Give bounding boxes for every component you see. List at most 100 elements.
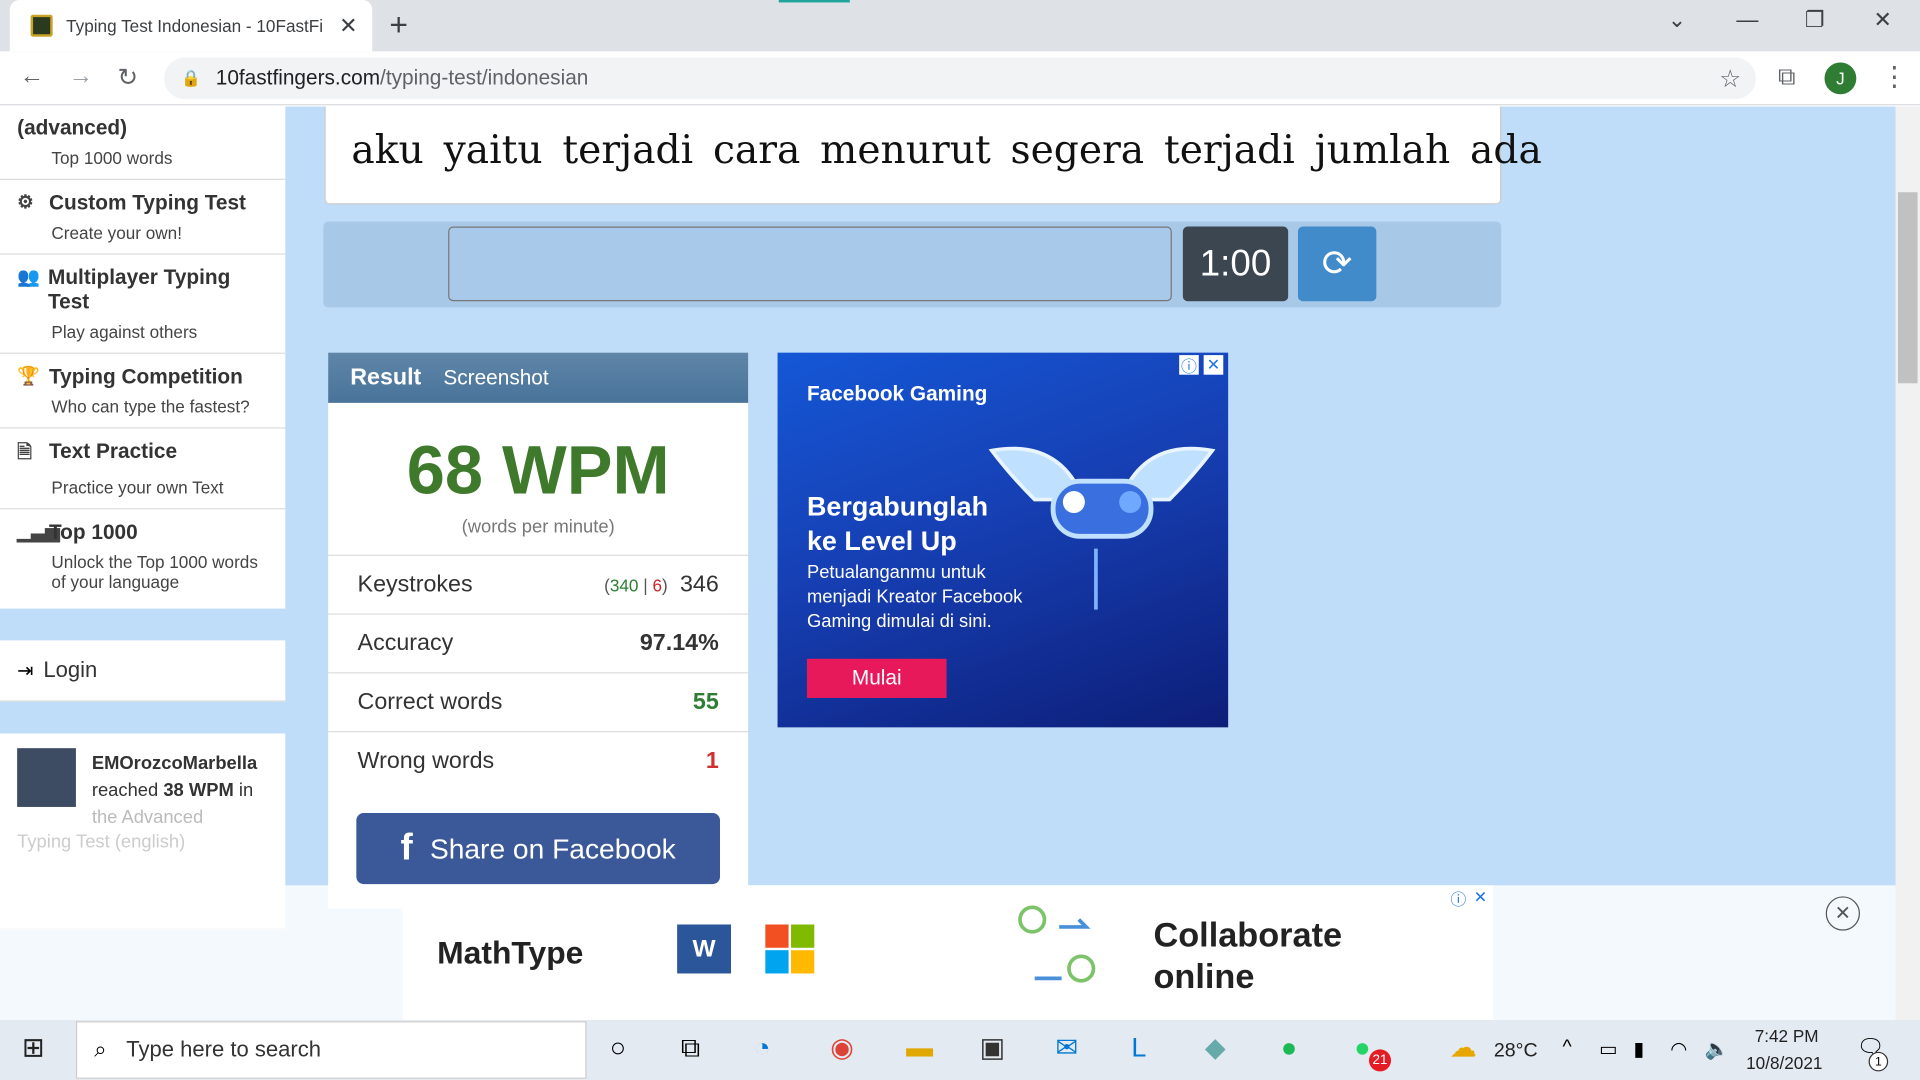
- ad-close-icon[interactable]: ✕: [1203, 355, 1224, 375]
- sidebar-item-custom-typing-test[interactable]: ⚙ Custom Typing Test Create your own!: [0, 180, 286, 255]
- sidebar-item-sub: Create your own!: [51, 222, 182, 243]
- wpm-value: 68 WPM: [406, 431, 670, 509]
- whatsapp-badge: 21: [1368, 1049, 1392, 1072]
- sidebar-item-title: Multiplayer Typing Test: [47, 265, 231, 314]
- ad-close-icon[interactable]: ✕: [1470, 887, 1491, 908]
- loading-indicator: [778, 0, 850, 3]
- ad-headline: Collaborate online: [1153, 915, 1343, 996]
- sidebar-item-title: Typing Competition: [48, 364, 243, 389]
- microsoft-logo-icon: [765, 924, 815, 974]
- tab-search-icon[interactable]: ⌄: [1668, 7, 1686, 33]
- app-shape-icon[interactable]: ◆: [1205, 1032, 1226, 1064]
- close-window-button[interactable]: ✕: [1873, 7, 1891, 33]
- mathtype-ad[interactable]: MathType W Collaborate online ⓘ ✕: [402, 885, 1493, 1021]
- weather-icon[interactable]: ☁: [1450, 1032, 1477, 1064]
- volume-icon[interactable]: 🔈: [1704, 1037, 1728, 1061]
- battery-icon[interactable]: ▮: [1633, 1037, 1644, 1061]
- windows-start-icon[interactable]: ⊞: [22, 1032, 45, 1064]
- restart-button[interactable]: ⟳: [1297, 226, 1377, 302]
- browser-tab[interactable]: Typing Test Indonesian - 10FastFi ✕: [9, 0, 373, 52]
- back-icon[interactable]: ←: [20, 62, 44, 90]
- sidebar-item-text-practice[interactable]: 🗎 Text Practice Practice your own Text: [0, 428, 286, 510]
- temperature: 28°C: [1493, 1040, 1538, 1062]
- sidebar: (advanced) Top 1000 words ⚙ Custom Typing…: [0, 106, 286, 930]
- chevron-up-icon[interactable]: ^: [1562, 1037, 1571, 1059]
- close-banner-button[interactable]: ✕: [1825, 896, 1861, 931]
- notification-badge: 1: [1868, 1051, 1889, 1072]
- feed-user[interactable]: EMOrozcoMarbella: [92, 751, 257, 778]
- edge-icon[interactable]: ◔: [754, 1032, 770, 1064]
- sidebar-item-multiplayer[interactable]: 👥 Multiplayer Typing Test Play against ot…: [0, 254, 286, 354]
- scrollbar-thumb[interactable]: [1897, 192, 1918, 384]
- extensions-puzzle-icon[interactable]: ⧉: [1778, 64, 1795, 92]
- sidebar-item-competition[interactable]: 🏆 Typing Competition Who can type the fas…: [0, 353, 286, 429]
- timer: 1:00: [1182, 226, 1289, 302]
- typing-input[interactable]: [448, 226, 1172, 302]
- chrome-icon[interactable]: ◉: [830, 1032, 854, 1064]
- gears-icon: ⚙: [17, 192, 34, 214]
- sidebar-item-title: Text Practice: [48, 439, 178, 463]
- sidebar-item-sub: Play against others: [51, 322, 198, 342]
- bookmark-star-icon[interactable]: ☆: [1719, 63, 1741, 94]
- keystrokes-detail: (340 | 6): [604, 574, 668, 595]
- search-placeholder: Type here to search: [126, 1037, 322, 1062]
- trophy-icon: 🏆: [17, 366, 41, 387]
- restore-button[interactable]: ❐: [1805, 7, 1825, 33]
- reload-icon[interactable]: ↻: [118, 62, 139, 93]
- keystrokes-total: 346: [679, 571, 719, 597]
- wifi-icon[interactable]: ◠: [1670, 1037, 1687, 1061]
- clock-time[interactable]: 7:42 PM: [1755, 1026, 1819, 1046]
- spotify-icon[interactable]: ●: [1281, 1032, 1297, 1064]
- bottom-ad-banner: MathType W Collaborate online ⓘ ✕ ✕: [0, 885, 1920, 1021]
- clock-date[interactable]: 10/8/2021: [1746, 1053, 1822, 1073]
- file-explorer-icon[interactable]: ▬: [906, 1032, 933, 1064]
- sidebar-item-title: Top 1000: [48, 520, 138, 544]
- forward-icon[interactable]: →: [69, 62, 93, 90]
- mail-icon[interactable]: ✉: [1056, 1032, 1079, 1064]
- ad-body: Petualanganmu untuk menjadi Kreator Face…: [806, 562, 1023, 632]
- avatar: [17, 748, 76, 807]
- tab-close-icon[interactable]: ✕: [339, 13, 357, 39]
- windows-taskbar: ⊞ ⌕ Type here to search ○ ⧉ ◔ ◉ ▬ ▣ ✉ L …: [0, 1020, 1920, 1080]
- input-row: 1:00 ⟳: [323, 221, 1502, 308]
- browser-tabstrip: Typing Test Indonesian - 10FastFi ✕ + ⌄ …: [0, 0, 1920, 52]
- sidebar-item-sub: Unlock the Top 1000 words of your langua…: [51, 552, 258, 592]
- words-line: aku yaitu terjadi cara menurut segera te…: [351, 126, 1542, 173]
- accuracy-value: 97.14%: [639, 630, 719, 656]
- minimize-button[interactable]: —: [1736, 7, 1758, 33]
- sidebar-item-sub: Practice your own Text: [51, 477, 224, 498]
- wpm-subtitle: (words per minute): [328, 517, 749, 556]
- adchoices-icon[interactable]: ⓘ: [1448, 887, 1469, 908]
- sidebar-item-top-1000[interactable]: ▁▃▅ Top 1000 Unlock the Top 1000 words of…: [0, 509, 286, 609]
- store-icon[interactable]: ▣: [980, 1032, 1005, 1064]
- task-view-icon[interactable]: ⧉: [681, 1032, 700, 1064]
- page-scrollbar[interactable]: [1895, 106, 1920, 1021]
- keystrokes-row: Keystrokes (340 | 6) 346: [328, 556, 749, 615]
- cortana-icon[interactable]: ○: [610, 1032, 626, 1064]
- correct-value: 55: [692, 688, 719, 715]
- tab-screenshot[interactable]: Screenshot: [443, 366, 548, 390]
- new-tab-button[interactable]: +: [389, 6, 408, 44]
- profile-avatar[interactable]: J: [1824, 62, 1857, 95]
- share-facebook-button[interactable]: f Share on Facebook: [356, 813, 721, 885]
- browser-toolbar: ← → ↻ 🔒 10fastfingers.com /typing-test/i…: [0, 51, 1920, 106]
- feed-text-c: the Advanced: [91, 806, 204, 828]
- meet-icon[interactable]: ▭: [1599, 1037, 1618, 1061]
- taskbar-search[interactable]: ⌕ Type here to search: [75, 1021, 587, 1079]
- lock-icon: 🔒: [181, 68, 202, 87]
- result-panel: Result Screenshot 68 WPM (words per minu…: [328, 352, 749, 909]
- tab-result[interactable]: Result: [350, 364, 421, 391]
- signal-icon: ▁▃▅: [17, 521, 60, 543]
- menu-kebab-icon[interactable]: ⋮: [1881, 61, 1908, 93]
- address-bar[interactable]: 🔒 10fastfingers.com /typing-test/indones…: [164, 57, 1756, 100]
- ad-cta-button[interactable]: Mulai: [806, 658, 947, 698]
- facebook-gaming-ad[interactable]: ⓘ ✕ Facebook Gaming Bergabunglah ke Leve…: [777, 352, 1229, 728]
- wrong-label: Wrong words: [357, 748, 495, 774]
- adchoices-icon[interactable]: ⓘ: [1179, 355, 1199, 375]
- sidebar-item-advanced[interactable]: (advanced) Top 1000 words: [0, 106, 286, 181]
- keystrokes-label: Keystrokes: [357, 571, 473, 597]
- login-link[interactable]: ⇥ Login: [0, 640, 286, 702]
- site-favicon-icon: [30, 14, 53, 37]
- app-l-icon[interactable]: L: [1131, 1032, 1146, 1064]
- login-icon: ⇥: [17, 660, 34, 682]
